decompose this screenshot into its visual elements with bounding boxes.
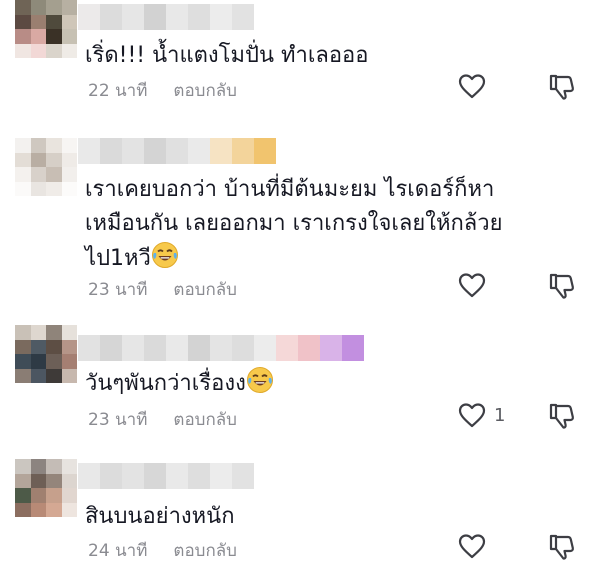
like-button[interactable] — [458, 272, 494, 298]
heart-icon — [458, 403, 486, 428]
reply-button[interactable]: ตอบกลับ — [173, 406, 237, 433]
thumbs-down-icon — [549, 74, 574, 100]
reply-button[interactable]: ตอบกลับ — [173, 276, 237, 303]
thumbs-down-icon — [549, 273, 574, 299]
heart-icon — [458, 273, 486, 298]
timestamp: 22 นาที — [88, 81, 148, 101]
like-button[interactable] — [458, 533, 494, 559]
heart-icon — [458, 534, 486, 559]
reply-button[interactable]: ตอบกลับ — [173, 77, 237, 104]
username-blurred[interactable] — [78, 4, 254, 30]
comment-text: สินบนอย่างหนัก — [85, 504, 235, 529]
heart-icon — [458, 74, 486, 99]
comment-meta: 22 นาที ตอบกลับ — [88, 77, 237, 104]
thumbs-down-icon — [549, 534, 574, 560]
dislike-button[interactable] — [548, 533, 576, 565]
like-button[interactable] — [458, 73, 494, 99]
like-count: 1 — [494, 404, 506, 426]
avatar-blurred[interactable] — [15, 459, 77, 517]
comment-text: วันๆพันกว่าเรื่องง — [85, 366, 555, 405]
thumbs-down-icon — [549, 403, 574, 429]
timestamp: 23 นาที — [88, 280, 148, 300]
avatar-blurred[interactable] — [15, 0, 77, 58]
reply-button[interactable]: ตอบกลับ — [173, 537, 237, 564]
username-blurred[interactable] — [78, 463, 254, 489]
dislike-button[interactable] — [548, 272, 576, 304]
comment-text: เริ่ด!!! น้ำแตงโมปั่น ทำเลอออ — [85, 43, 369, 68]
avatar-blurred[interactable] — [15, 325, 77, 383]
face-with-tears-of-joy-emoji — [246, 366, 274, 405]
face-with-tears-of-joy-emoji — [151, 241, 179, 280]
comment-meta: 23 นาที ตอบกลับ — [88, 406, 237, 433]
comment-meta: 24 นาที ตอบกลับ — [88, 537, 237, 564]
avatar-blurred[interactable] — [15, 138, 77, 196]
comment-text: เราเคยบอกว่า บ้านที่มีต้นมะยม ไรเดอร์ก็ห… — [85, 173, 555, 280]
username-blurred[interactable] — [78, 138, 276, 164]
username-blurred[interactable] — [78, 335, 364, 361]
dislike-button[interactable] — [548, 73, 576, 105]
timestamp: 23 นาที — [88, 410, 148, 430]
dislike-button[interactable] — [548, 402, 576, 434]
timestamp: 24 นาที — [88, 541, 148, 561]
comment-meta: 23 นาที ตอบกลับ — [88, 276, 237, 303]
like-button[interactable]: 1 — [458, 402, 505, 428]
